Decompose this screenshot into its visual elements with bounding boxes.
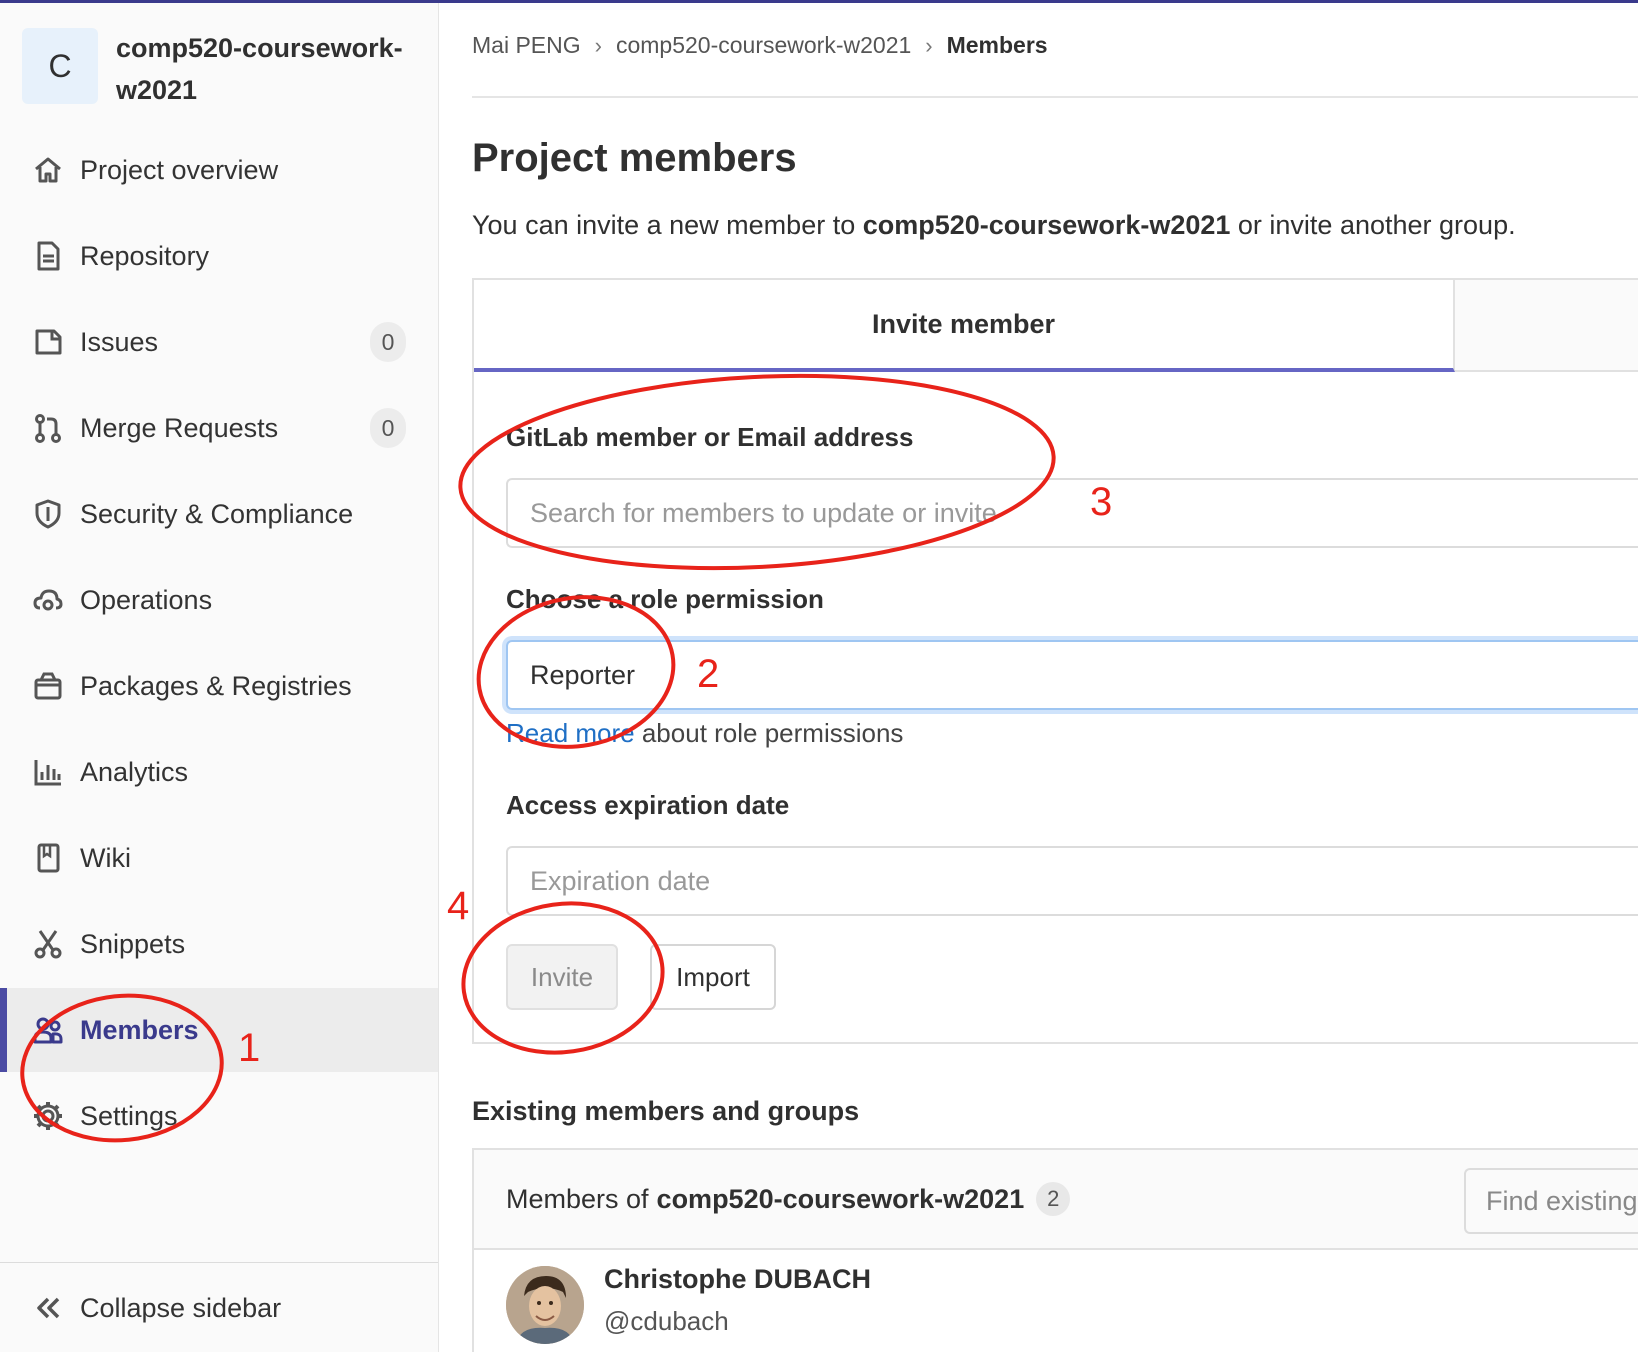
sidebar-item-label: Operations (80, 584, 213, 615)
gear-icon (31, 1099, 65, 1133)
members-of-heading: Members of comp520-coursework-w2021 2 (506, 1182, 1071, 1216)
sidebar-item-wiki[interactable]: Wiki (0, 816, 438, 900)
sidebar-item-label: Issues (80, 326, 159, 357)
annotation-number-2: 2 (697, 652, 720, 696)
expiration-field-label: Access expiration date (506, 790, 790, 820)
sidebar-item-project-overview[interactable]: Project overview (0, 128, 438, 212)
invite-button[interactable]: Invite (506, 944, 618, 1010)
chevron-right-icon: › (925, 32, 933, 58)
read-more-link[interactable]: Read more (506, 718, 635, 748)
scissors-icon (31, 927, 65, 961)
sidebar-item-members[interactable]: Members (0, 988, 438, 1072)
page-title: Project members (472, 136, 797, 180)
members-of-prefix: Members of (506, 1183, 649, 1214)
sidebar-item-analytics[interactable]: Analytics (0, 730, 438, 814)
intro-prefix: You can invite a new member to (472, 210, 863, 240)
sidebar-item-label: Repository (80, 240, 210, 271)
annotation-number-3: 3 (1090, 480, 1113, 524)
sidebar-item-label: Analytics (80, 756, 189, 787)
sidebar-item-packages-registries[interactable]: Packages & Registries (0, 644, 438, 728)
sidebar-item-label: Wiki (80, 842, 131, 873)
invite-panel: Invite member GitLab member or Email add… (472, 278, 1638, 1044)
project-name[interactable]: comp520-coursework-w2021 (116, 27, 416, 111)
find-existing-members-input[interactable]: Find existing (1464, 1168, 1638, 1234)
breadcrumb-item-user[interactable]: Mai PENG (472, 32, 581, 59)
sidebar-item-label: Project overview (80, 154, 279, 185)
role-help-suffix: about role permissions (634, 718, 904, 748)
avatar[interactable] (506, 1266, 584, 1344)
collapse-sidebar-button[interactable]: Collapse sidebar (0, 1262, 438, 1353)
sidebar-item-repository[interactable]: Repository (0, 214, 438, 298)
member-row: Christophe DUBACH @cdubach (474, 1250, 1638, 1354)
breadcrumb-item-current[interactable]: Members (947, 32, 1048, 59)
member-name[interactable]: Christophe DUBACH (604, 1264, 871, 1295)
sidebar-item-operations[interactable]: Operations (0, 558, 438, 642)
home-icon (31, 153, 65, 187)
sidebar-item-label: Security & Compliance (80, 498, 354, 529)
document-icon (31, 239, 65, 273)
members-count-badge: 2 (1036, 1182, 1071, 1216)
collapse-sidebar-row[interactable]: Collapse sidebar (0, 1266, 438, 1350)
intro-project-name: comp520-coursework-w2021 (862, 210, 1231, 240)
breadcrumb: Mai PENG › comp520-coursework-w2021 › Me… (472, 32, 1048, 59)
sidebar-item-label: Packages & Registries (80, 670, 352, 701)
issues-count-badge: 0 (370, 322, 406, 362)
role-field-label: Choose a role permission (506, 584, 824, 614)
users-icon (31, 1013, 65, 1047)
package-icon (31, 669, 65, 703)
sidebar-item-settings[interactable]: Settings (0, 1074, 438, 1158)
sidebar-item-snippets[interactable]: Snippets (0, 902, 438, 986)
project-avatar: C (22, 28, 98, 104)
role-help-text: Read more about role permissions (506, 718, 903, 749)
double-chevron-left-icon (31, 1291, 65, 1325)
sidebar-item-label: Members (80, 1014, 199, 1045)
sidebar-item-label: Snippets (80, 928, 186, 959)
cloud-gear-icon (31, 583, 65, 617)
chart-icon (31, 755, 65, 789)
expiration-date-input[interactable]: Expiration date (506, 846, 1638, 916)
shield-icon (31, 497, 65, 531)
sidebar-item-security-compliance[interactable]: Security & Compliance (0, 472, 438, 556)
sidebar-item-label: Merge Requests (80, 412, 279, 443)
sidebar-item-merge-requests[interactable]: Merge Requests 0 (0, 386, 438, 470)
breadcrumb-divider (472, 96, 1638, 98)
project-header[interactable]: C comp520-coursework-w2021 (22, 25, 422, 115)
intro-suffix: or invite another group. (1230, 210, 1516, 240)
sidebar-item-label: Settings (80, 1100, 178, 1131)
tab-invite-group[interactable] (1455, 280, 1638, 372)
chevron-right-icon: › (594, 32, 602, 58)
page-intro: You can invite a new member to comp520-c… (472, 210, 1516, 241)
book-icon (31, 841, 65, 875)
member-handle: @cdubach (604, 1306, 729, 1336)
issues-icon (31, 325, 65, 359)
merge-requests-count-badge: 0 (370, 408, 406, 448)
annotation-number-4: 4 (447, 884, 470, 928)
import-button[interactable]: Import (650, 944, 776, 1010)
role-select[interactable]: Reporter (506, 640, 1638, 710)
collapse-sidebar-label: Collapse sidebar (80, 1292, 282, 1323)
members-of-project: comp520-coursework-w2021 (656, 1183, 1025, 1214)
breadcrumb-item-project[interactable]: comp520-coursework-w2021 (616, 32, 911, 59)
annotation-number-1: 1 (238, 1026, 261, 1070)
member-search-input[interactable]: Search for members to update or invite (506, 478, 1638, 548)
existing-members-title: Existing members and groups (472, 1096, 860, 1126)
members-panel: Members of comp520-coursework-w2021 2 Fi… (472, 1148, 1638, 1352)
member-field-label: GitLab member or Email address (506, 422, 914, 452)
sidebar-item-issues[interactable]: Issues 0 (0, 300, 438, 384)
members-panel-header: Members of comp520-coursework-w2021 2 Fi… (474, 1150, 1638, 1250)
merge-request-icon (31, 411, 65, 445)
sidebar: C comp520-coursework-w2021 Project overv… (0, 3, 439, 1352)
tab-invite-member[interactable]: Invite member (474, 280, 1455, 372)
